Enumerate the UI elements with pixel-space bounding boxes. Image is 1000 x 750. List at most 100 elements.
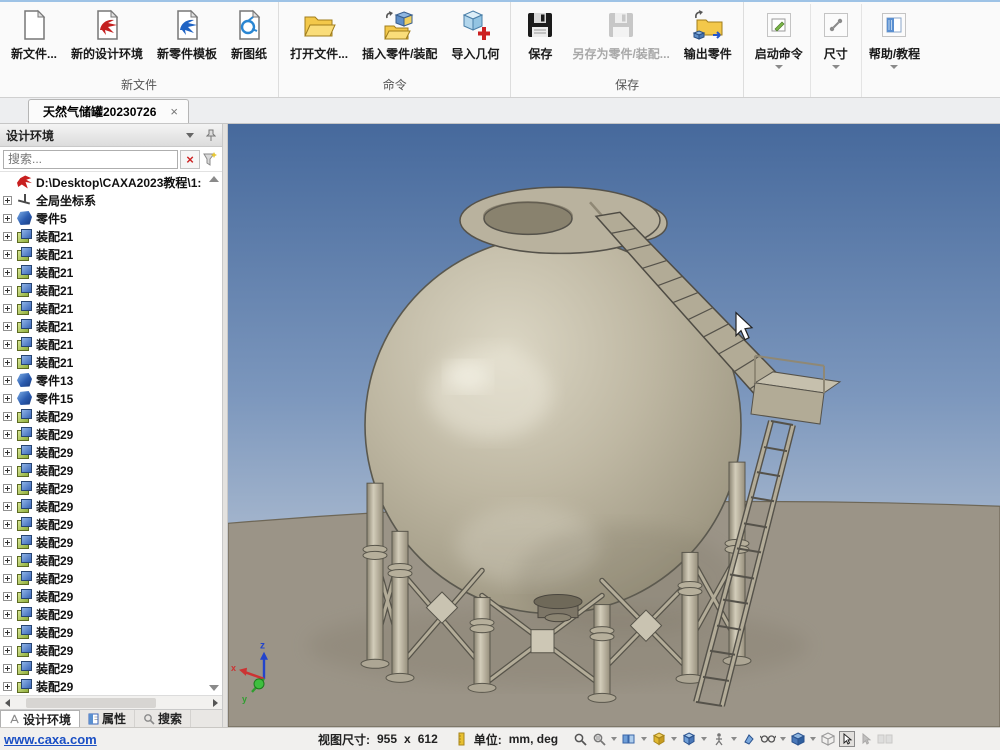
pin-icon[interactable] bbox=[206, 129, 216, 142]
chevron-down-icon[interactable] bbox=[832, 65, 840, 69]
expand-icon[interactable] bbox=[3, 430, 12, 439]
render-mode-icon[interactable] bbox=[681, 731, 697, 747]
expand-icon[interactable] bbox=[3, 340, 12, 349]
chevron-down-icon[interactable] bbox=[890, 65, 898, 69]
standard-view-icon[interactable] bbox=[651, 731, 667, 747]
select-mode-icon[interactable] bbox=[839, 731, 855, 747]
pan-view-icon[interactable] bbox=[621, 731, 637, 747]
tree-item[interactable]: 装配29 bbox=[0, 677, 222, 695]
export-part-button[interactable]: 输出零件 bbox=[677, 4, 739, 73]
help-tutorial-button[interactable]: 帮助/教程 bbox=[862, 4, 927, 97]
tree-item[interactable]: 装配21 bbox=[0, 317, 222, 335]
tree-item[interactable]: 装配29 bbox=[0, 623, 222, 641]
expand-icon[interactable] bbox=[3, 412, 12, 421]
new-part-template-button[interactable]: 新零件模板 bbox=[150, 4, 224, 73]
expand-icon[interactable] bbox=[3, 322, 12, 331]
view-glasses-icon[interactable] bbox=[760, 731, 776, 747]
expand-icon[interactable] bbox=[3, 592, 12, 601]
tree-item[interactable]: 装配21 bbox=[0, 299, 222, 317]
expand-icon[interactable] bbox=[3, 610, 12, 619]
tree-item[interactable]: 装配29 bbox=[0, 443, 222, 461]
tree-item[interactable]: 装配29 bbox=[0, 641, 222, 659]
new-design-environment-button[interactable]: 新的设计环境 bbox=[64, 4, 150, 73]
scroll-right-icon[interactable] bbox=[208, 699, 222, 707]
new-drawing-button[interactable]: 新图纸 bbox=[224, 4, 274, 73]
expand-icon[interactable] bbox=[3, 286, 12, 295]
expand-icon[interactable] bbox=[3, 466, 12, 475]
insert-part-button[interactable]: 插入零件/装配 bbox=[355, 4, 444, 73]
search-input[interactable] bbox=[3, 150, 178, 169]
expand-icon[interactable] bbox=[3, 682, 12, 691]
tab-search[interactable]: 搜索 bbox=[135, 710, 191, 727]
expand-icon[interactable] bbox=[3, 502, 12, 511]
document-tab[interactable]: 天然气储罐20230726 × bbox=[28, 99, 189, 123]
horizontal-scrollbar[interactable] bbox=[0, 695, 222, 709]
launch-command-button[interactable]: 启动命令 bbox=[748, 4, 811, 97]
scrollbar-thumb[interactable] bbox=[26, 698, 156, 708]
tree-item[interactable]: 全局坐标系 bbox=[0, 191, 222, 209]
tree-item[interactable]: 零件13 bbox=[0, 371, 222, 389]
clear-search-icon[interactable]: × bbox=[180, 150, 200, 169]
filter-icon[interactable] bbox=[202, 151, 219, 168]
ghost-display-icon[interactable] bbox=[820, 731, 836, 747]
3d-viewport[interactable]: z x y bbox=[228, 124, 1000, 727]
zoom-window-icon[interactable] bbox=[591, 731, 607, 747]
chevron-down-icon[interactable] bbox=[810, 737, 816, 741]
save-as-button[interactable]: 另存为零件/装配... bbox=[565, 4, 676, 73]
chevron-down-icon[interactable] bbox=[186, 133, 194, 138]
tree-item[interactable]: 装配29 bbox=[0, 659, 222, 677]
new-file-button[interactable]: 新文件... bbox=[4, 4, 64, 73]
expand-icon[interactable] bbox=[3, 214, 12, 223]
tree-item[interactable]: 装配21 bbox=[0, 335, 222, 353]
expand-icon[interactable] bbox=[3, 538, 12, 547]
tree-item[interactable]: 装配21 bbox=[0, 245, 222, 263]
expand-icon[interactable] bbox=[3, 304, 12, 313]
tree-item[interactable]: 零件5 bbox=[0, 209, 222, 227]
expand-icon[interactable] bbox=[3, 646, 12, 655]
expand-icon[interactable] bbox=[3, 376, 12, 385]
tree-item[interactable]: 装配21 bbox=[0, 281, 222, 299]
expand-icon[interactable] bbox=[3, 268, 12, 277]
scroll-left-icon[interactable] bbox=[0, 699, 14, 707]
expand-icon[interactable] bbox=[3, 484, 12, 493]
caxa-website-link[interactable]: www.caxa.com bbox=[0, 732, 222, 747]
expand-icon[interactable] bbox=[3, 250, 12, 259]
tree-item[interactable]: 装配21 bbox=[0, 263, 222, 281]
tab-properties[interactable]: 属性 bbox=[80, 710, 135, 727]
open-file-button[interactable]: 打开文件... bbox=[283, 4, 355, 73]
tree-item[interactable]: 装配21 bbox=[0, 353, 222, 371]
expand-icon[interactable] bbox=[3, 196, 12, 205]
chevron-down-icon[interactable] bbox=[701, 737, 707, 741]
tree-item[interactable]: 装配29 bbox=[0, 461, 222, 479]
tree-item[interactable]: 装配29 bbox=[0, 569, 222, 587]
expand-icon[interactable] bbox=[3, 232, 12, 241]
expand-icon[interactable] bbox=[3, 628, 12, 637]
chevron-down-icon[interactable] bbox=[731, 737, 737, 741]
tree-item[interactable]: 装配29 bbox=[0, 407, 222, 425]
expand-icon[interactable] bbox=[3, 358, 12, 367]
zoom-icon[interactable] bbox=[572, 731, 588, 747]
tab-design-environment[interactable]: 设计环境 bbox=[0, 710, 80, 727]
expand-icon[interactable] bbox=[3, 520, 12, 529]
walk-mode-icon[interactable] bbox=[711, 731, 727, 747]
tree-item[interactable]: 装配21 bbox=[0, 227, 222, 245]
expand-icon[interactable] bbox=[3, 394, 12, 403]
expand-icon[interactable] bbox=[3, 448, 12, 457]
chevron-down-icon[interactable] bbox=[671, 737, 677, 741]
tree-item[interactable]: 装配29 bbox=[0, 587, 222, 605]
clip-plane-icon[interactable] bbox=[741, 731, 757, 747]
tree-scroll-up-icon[interactable] bbox=[209, 176, 219, 182]
import-geometry-button[interactable]: 导入几何 bbox=[444, 4, 506, 73]
tree-item[interactable]: 装配29 bbox=[0, 497, 222, 515]
dimension-button[interactable]: 尺寸 bbox=[811, 4, 862, 97]
tree-item[interactable]: 装配29 bbox=[0, 533, 222, 551]
chevron-down-icon[interactable] bbox=[641, 737, 647, 741]
tree-scroll-down-icon[interactable] bbox=[209, 685, 219, 691]
close-icon[interactable]: × bbox=[170, 104, 178, 119]
expand-icon[interactable] bbox=[3, 574, 12, 583]
expand-icon[interactable] bbox=[3, 556, 12, 565]
save-button[interactable]: 保存 bbox=[515, 4, 565, 73]
tree-item[interactable]: 装配29 bbox=[0, 479, 222, 497]
tree-item[interactable]: 装配29 bbox=[0, 605, 222, 623]
chevron-down-icon[interactable] bbox=[611, 737, 617, 741]
